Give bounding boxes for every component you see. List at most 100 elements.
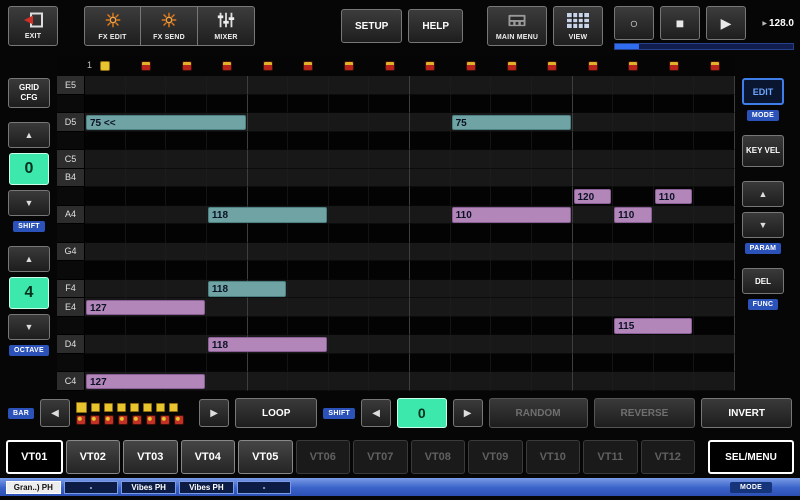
grid-cell[interactable] — [369, 354, 410, 373]
grid-cell[interactable] — [532, 132, 573, 151]
grid-cell[interactable] — [126, 354, 167, 373]
grid-cell[interactable] — [491, 372, 532, 391]
grid-cell[interactable] — [532, 243, 573, 262]
delete-button[interactable]: DEL — [742, 268, 784, 294]
track-button-vt01[interactable]: VT01 — [6, 440, 63, 474]
fx-edit-button[interactable]: FX EDIT — [84, 6, 141, 46]
step-marker-icon[interactable] — [710, 61, 720, 71]
grid-cell[interactable] — [613, 354, 654, 373]
grid-cell[interactable] — [410, 224, 451, 243]
grid-cell[interactable] — [613, 76, 654, 95]
grid-cell[interactable] — [288, 354, 329, 373]
grid-cell[interactable] — [532, 298, 573, 317]
track-name-vt05[interactable]: - — [237, 481, 292, 494]
step-marker-icon[interactable] — [100, 61, 110, 71]
grid-cell[interactable] — [694, 113, 735, 132]
grid-cell[interactable] — [126, 224, 167, 243]
grid-cell[interactable] — [654, 206, 695, 225]
bar-pad-icon[interactable] — [90, 415, 100, 425]
grid-cell[interactable] — [694, 354, 735, 373]
step-marker-icon[interactable] — [628, 61, 638, 71]
grid-cell[interactable] — [491, 76, 532, 95]
exit-button[interactable]: EXIT — [8, 6, 58, 46]
grid-cell[interactable] — [369, 224, 410, 243]
grid-cell[interactable] — [613, 132, 654, 151]
grid-cell[interactable] — [694, 335, 735, 354]
grid-cell[interactable] — [451, 224, 492, 243]
track-name-vt02[interactable]: - — [64, 481, 119, 494]
grid-cell[interactable] — [654, 76, 695, 95]
note-d4-step4[interactable]: 118 — [208, 337, 327, 353]
grid-cell[interactable] — [410, 76, 451, 95]
grid-cell[interactable] — [654, 113, 695, 132]
grid-cell[interactable] — [491, 243, 532, 262]
grid-cell[interactable] — [491, 224, 532, 243]
grid-cell[interactable] — [329, 354, 370, 373]
invert-button[interactable]: INVERT — [701, 398, 792, 428]
grid-cell[interactable] — [369, 95, 410, 114]
track-button-vt11[interactable]: VT11 — [583, 440, 638, 474]
grid-cell[interactable] — [207, 243, 248, 262]
step-marker-icon[interactable] — [588, 61, 598, 71]
step-marker-icon[interactable] — [303, 61, 313, 71]
grid-cell[interactable] — [573, 261, 614, 280]
grid-cell[interactable] — [288, 298, 329, 317]
grid-cell[interactable] — [288, 95, 329, 114]
grid-cell[interactable] — [369, 280, 410, 299]
note-asharp4-step13[interactable]: 120 — [574, 189, 612, 205]
grid-cell[interactable] — [491, 298, 532, 317]
grid-cell[interactable] — [654, 335, 695, 354]
grid-cell[interactable] — [410, 113, 451, 132]
grid-cell[interactable] — [451, 95, 492, 114]
bar-marker-icon[interactable] — [76, 402, 87, 413]
grid-cell[interactable] — [613, 298, 654, 317]
grid-cell[interactable] — [329, 113, 370, 132]
grid-cell[interactable] — [369, 298, 410, 317]
setup-button[interactable]: SETUP — [341, 9, 402, 43]
grid-cell[interactable] — [126, 243, 167, 262]
grid-cell[interactable] — [207, 76, 248, 95]
grid-cell[interactable] — [532, 372, 573, 391]
grid-cell[interactable] — [654, 372, 695, 391]
grid-cell[interactable] — [248, 187, 289, 206]
grid-cell[interactable] — [613, 187, 654, 206]
grid-cell[interactable] — [694, 187, 735, 206]
track-name-vt01[interactable]: Gran..) PH — [6, 481, 61, 494]
grid-cell[interactable] — [329, 76, 370, 95]
grid-cell[interactable] — [85, 150, 126, 169]
grid-cell[interactable] — [248, 372, 289, 391]
grid-cell[interactable] — [207, 354, 248, 373]
grid-cell[interactable] — [329, 317, 370, 336]
grid-cell[interactable] — [166, 76, 207, 95]
grid-cell[interactable] — [451, 261, 492, 280]
grid-cell[interactable] — [85, 261, 126, 280]
grid-cell[interactable] — [451, 280, 492, 299]
grid-cell[interactable] — [207, 372, 248, 391]
grid-cell[interactable] — [126, 187, 167, 206]
grid-cell[interactable] — [451, 187, 492, 206]
grid-cell[interactable] — [654, 280, 695, 299]
grid-cell[interactable] — [694, 372, 735, 391]
grid-cell[interactable] — [410, 261, 451, 280]
note-a4-step10[interactable]: 110 — [452, 207, 571, 223]
grid-cell[interactable] — [85, 224, 126, 243]
grid-cell[interactable] — [369, 169, 410, 188]
track-button-vt09[interactable]: VT09 — [468, 440, 523, 474]
grid-cell[interactable] — [207, 317, 248, 336]
grid-cell[interactable] — [573, 354, 614, 373]
note-asharp4-step15[interactable]: 110 — [655, 189, 693, 205]
grid-cell[interactable] — [573, 317, 614, 336]
step-marker-icon[interactable] — [344, 61, 354, 71]
grid-cell[interactable] — [532, 169, 573, 188]
note-a4-step14[interactable]: 110 — [614, 207, 652, 223]
grid-cell[interactable] — [369, 243, 410, 262]
grid-cell[interactable] — [369, 372, 410, 391]
grid-cell[interactable] — [166, 243, 207, 262]
grid-cell[interactable] — [288, 372, 329, 391]
grid-cell[interactable] — [491, 132, 532, 151]
sel-menu-button[interactable]: SEL/MENU — [708, 440, 794, 474]
grid-cell[interactable] — [369, 206, 410, 225]
grid-cell[interactable] — [532, 95, 573, 114]
bar-pad-icon[interactable] — [76, 415, 86, 425]
step-marker-icon[interactable] — [466, 61, 476, 71]
